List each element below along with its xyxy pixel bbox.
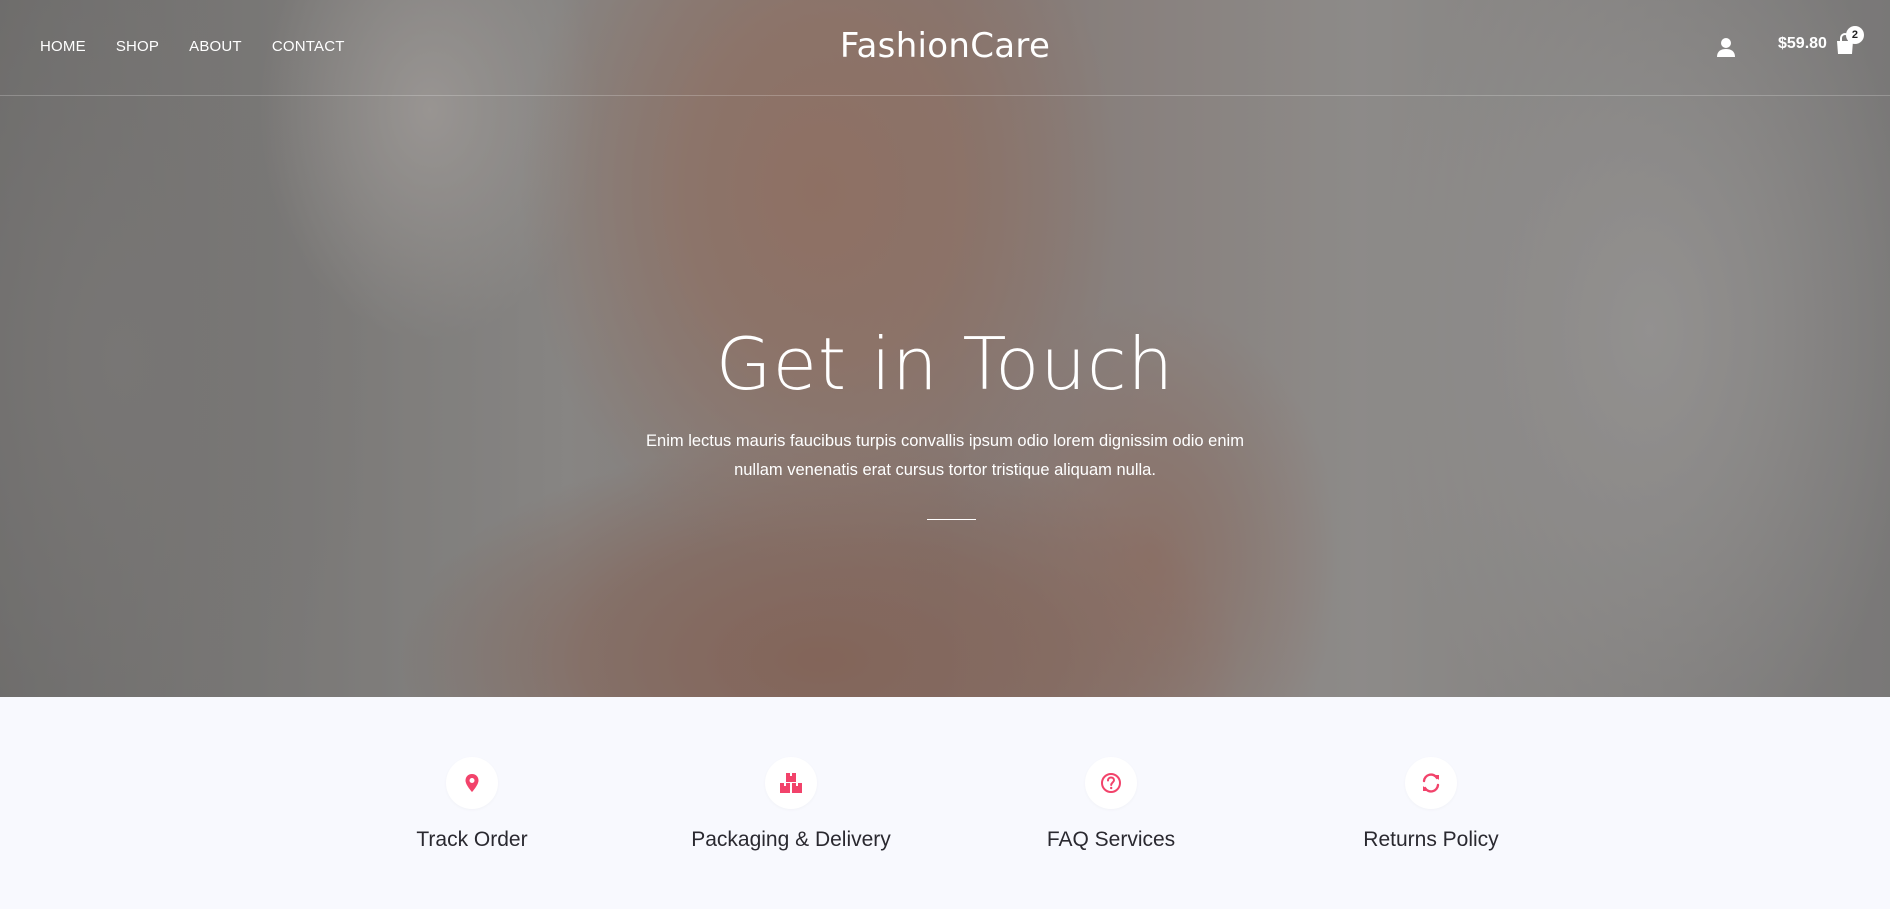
account-button[interactable] <box>1716 37 1736 59</box>
boxes-icon <box>780 773 802 793</box>
feature-icon-circle <box>1405 757 1457 809</box>
features-section: Track Order Packaging & Delivery FAQ Ser… <box>0 697 1890 909</box>
hero-title: Get in Touch <box>715 322 1175 406</box>
feature-icon-circle <box>765 757 817 809</box>
feature-label: Returns Policy <box>1363 828 1499 851</box>
feature-returns-policy[interactable]: Returns Policy <box>1301 757 1561 852</box>
question-circle-icon <box>1101 773 1121 793</box>
user-icon <box>1717 38 1735 57</box>
feature-label: Packaging & Delivery <box>691 828 891 851</box>
feature-icon-circle <box>446 757 498 809</box>
map-pin-icon <box>465 774 479 792</box>
site-logo[interactable]: FashionCare <box>0 26 1890 66</box>
hero-divider <box>927 519 976 520</box>
feature-faq-services[interactable]: FAQ Services <box>981 757 1241 852</box>
site-header: HOME SHOP ABOUT CONTACT FashionCare $59.… <box>0 0 1890 96</box>
feature-label: FAQ Services <box>1046 828 1176 851</box>
cart-total: $59.80 <box>1778 35 1827 52</box>
cart-button[interactable]: $59.80 2 <box>1778 26 1864 56</box>
cart-bag: 2 <box>1835 26 1864 56</box>
refresh-icon <box>1422 773 1440 793</box>
hero-banner: HOME SHOP ABOUT CONTACT FashionCare $59.… <box>0 0 1890 697</box>
feature-track-order[interactable]: Track Order <box>342 757 602 852</box>
feature-label: Track Order <box>416 828 528 851</box>
hero-description: Enim lectus mauris faucibus turpis conva… <box>646 432 1244 479</box>
feature-packaging-delivery[interactable]: Packaging & Delivery <box>661 757 921 852</box>
feature-icon-circle <box>1085 757 1137 809</box>
cart-count-badge: 2 <box>1845 26 1864 44</box>
